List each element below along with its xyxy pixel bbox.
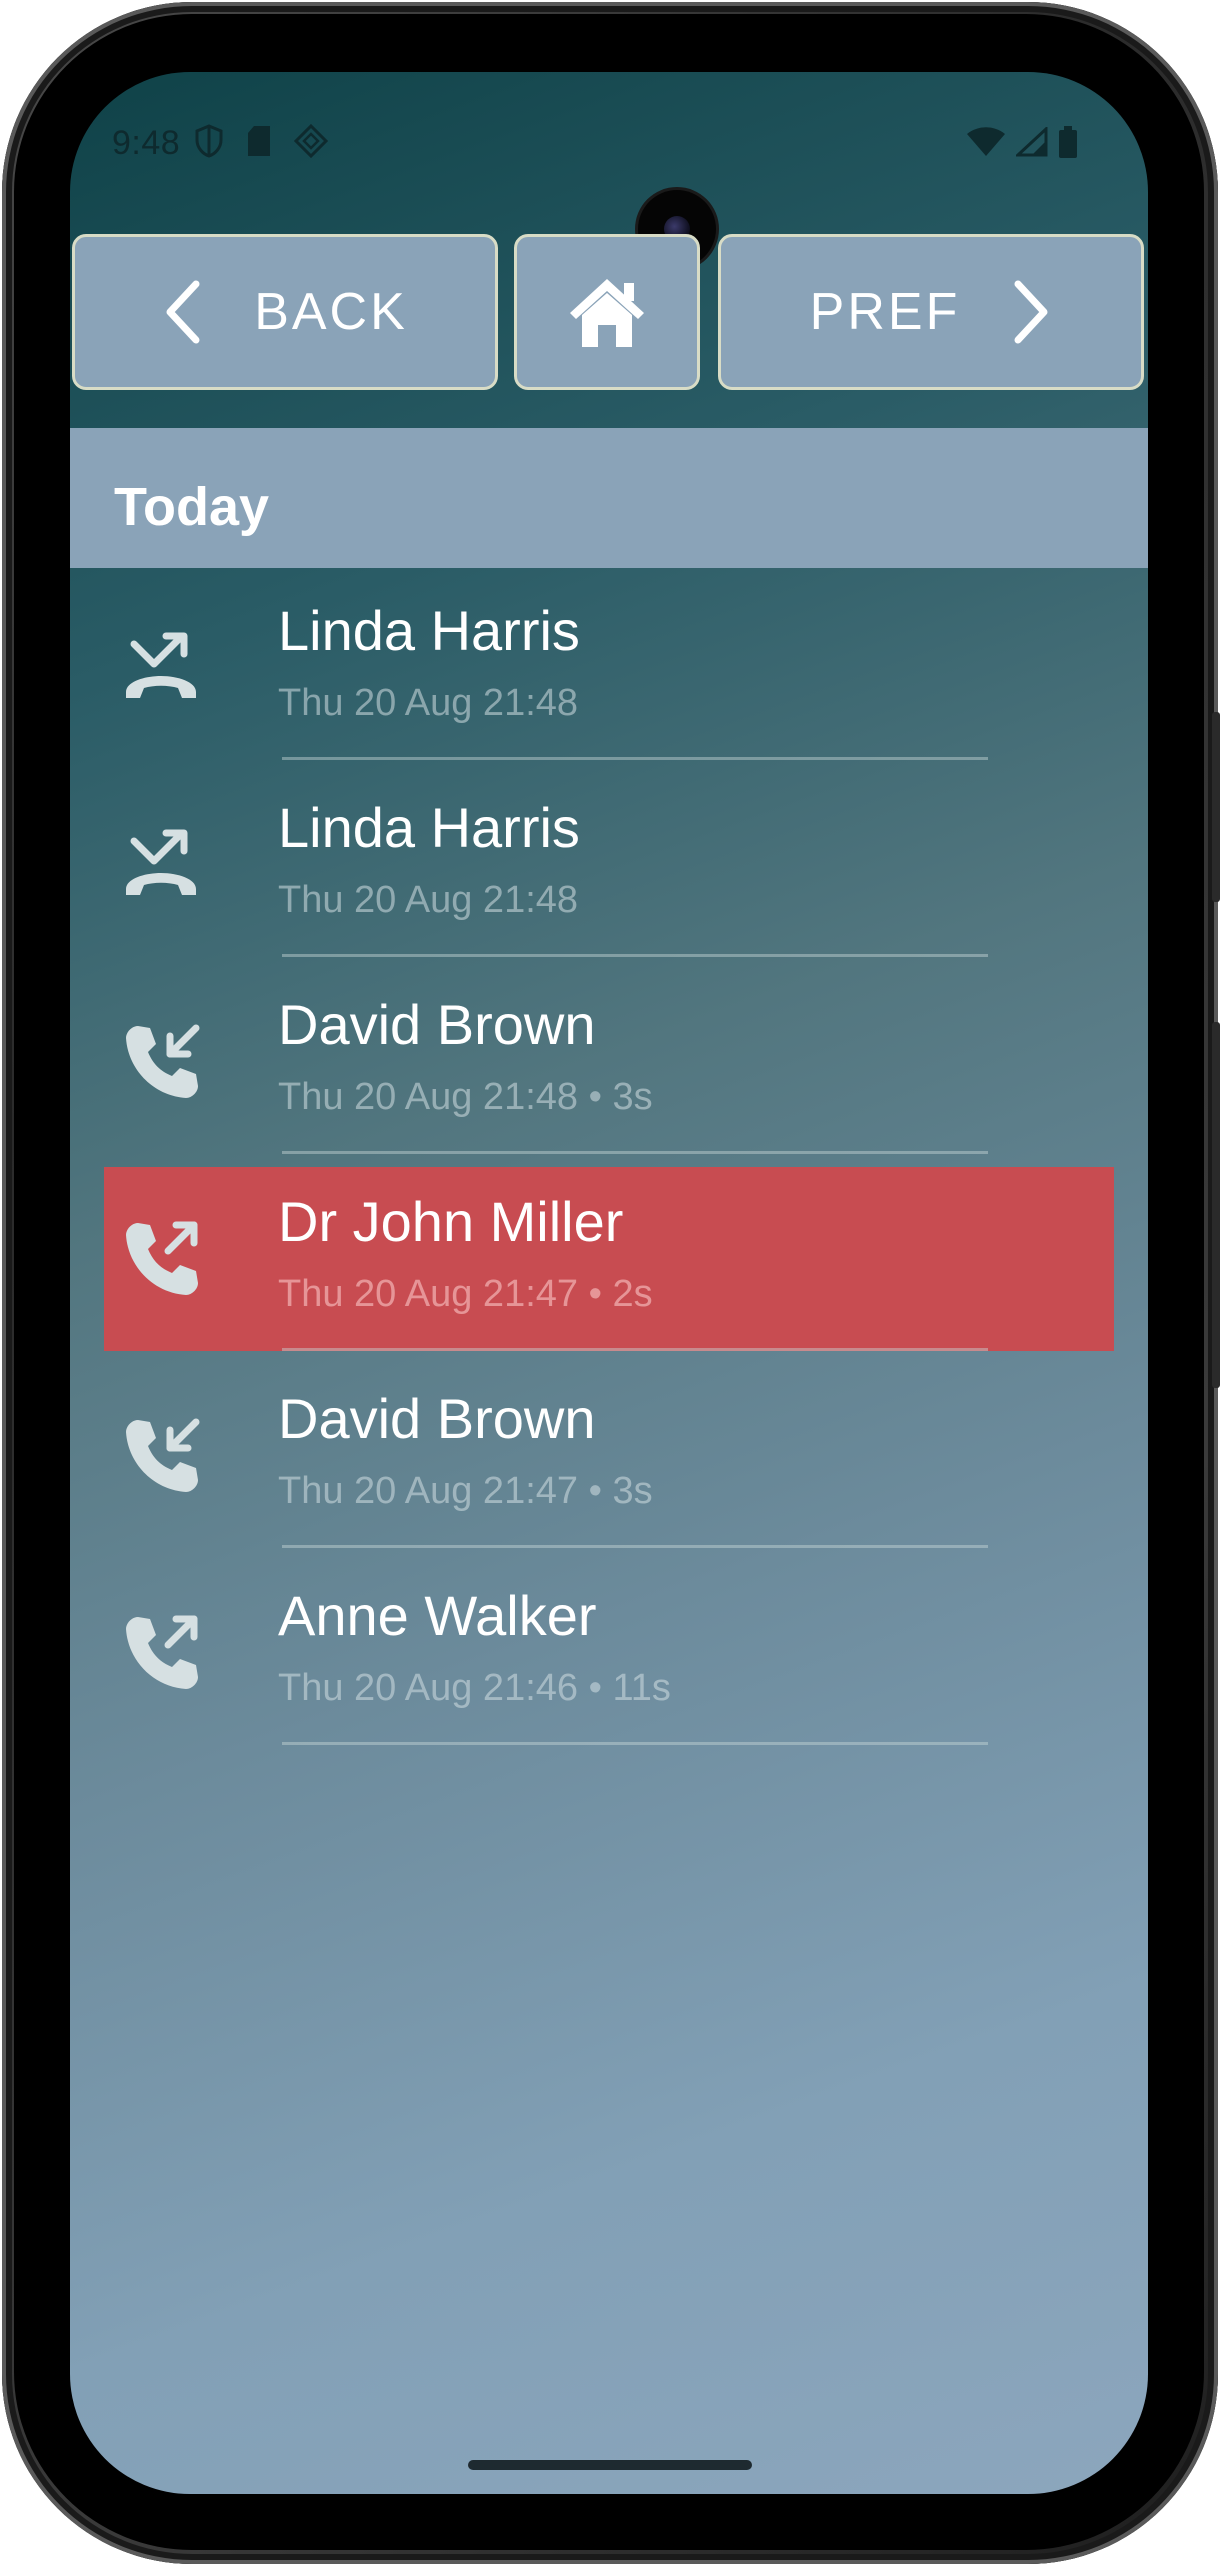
call-timestamp: Thu 20 Aug 21:46 • 11s: [278, 1667, 671, 1709]
call-timestamp: Thu 20 Aug 21:47 • 2s: [278, 1273, 653, 1315]
call-timestamp: Thu 20 Aug 21:48 • 3s: [278, 1076, 653, 1118]
chevron-left-icon: [162, 280, 202, 344]
pref-button-label: PREF: [809, 283, 961, 341]
screen: 9:48 BACK PREF Today Linda Harris Thu 20…: [70, 72, 1148, 2494]
row-divider: [282, 1348, 988, 1351]
call-log-item[interactable]: Dr John Miller Thu 20 Aug 21:47 • 2s: [70, 1159, 1148, 1356]
status-icons-right: [966, 126, 1078, 158]
call-contact-name: David Brown: [278, 1387, 596, 1450]
call-contact-name: Linda Harris: [278, 599, 580, 662]
call-timestamp: Thu 20 Aug 21:48: [278, 879, 579, 921]
call-contact-name: Dr John Miller: [278, 1190, 624, 1253]
call-contact-name: Linda Harris: [278, 796, 580, 859]
call-log-item[interactable]: David Brown Thu 20 Aug 21:48 • 3s: [70, 962, 1148, 1159]
row-divider: [282, 1151, 988, 1154]
home-button[interactable]: [514, 234, 700, 390]
section-header-today: Today: [70, 428, 1148, 568]
chevron-right-icon: [1012, 280, 1052, 344]
signal-icon: [1016, 127, 1048, 157]
status-icons-left: [194, 124, 328, 158]
row-divider: [282, 1545, 988, 1548]
side-button-volume: [1212, 1022, 1220, 1388]
row-divider: [282, 954, 988, 957]
diamond-icon: [294, 124, 328, 158]
back-button-label: BACK: [254, 283, 408, 341]
home-icon: [566, 275, 648, 349]
row-divider: [282, 1742, 988, 1745]
battery-icon: [1058, 126, 1078, 158]
call-log-item[interactable]: Linda Harris Thu 20 Aug 21:48: [70, 568, 1148, 765]
shield-icon: [194, 124, 224, 158]
status-bar: 9:48: [70, 72, 1148, 212]
gesture-bar[interactable]: [468, 2460, 752, 2470]
call-log-item[interactable]: David Brown Thu 20 Aug 21:47 • 3s: [70, 1356, 1148, 1553]
status-time: 9:48: [112, 124, 181, 162]
call-contact-name: Anne Walker: [278, 1584, 597, 1647]
call-log-item[interactable]: Anne Walker Thu 20 Aug 21:46 • 11s: [70, 1553, 1148, 1750]
call-timestamp: Thu 20 Aug 21:48: [278, 682, 579, 724]
call-list: Linda Harris Thu 20 Aug 21:48 Linda Harris…: [70, 568, 1148, 1750]
call-timestamp: Thu 20 Aug 21:47 • 3s: [278, 1470, 653, 1512]
sd-card-icon: [246, 125, 272, 157]
call-log-item[interactable]: Linda Harris Thu 20 Aug 21:48: [70, 765, 1148, 962]
section-title: Today: [114, 477, 270, 537]
wifi-icon: [966, 127, 1006, 157]
call-contact-name: David Brown: [278, 993, 596, 1056]
side-button-power: [1212, 712, 1220, 902]
row-divider: [282, 757, 988, 760]
pref-button[interactable]: PREF: [718, 234, 1144, 390]
back-button[interactable]: BACK: [72, 234, 498, 390]
